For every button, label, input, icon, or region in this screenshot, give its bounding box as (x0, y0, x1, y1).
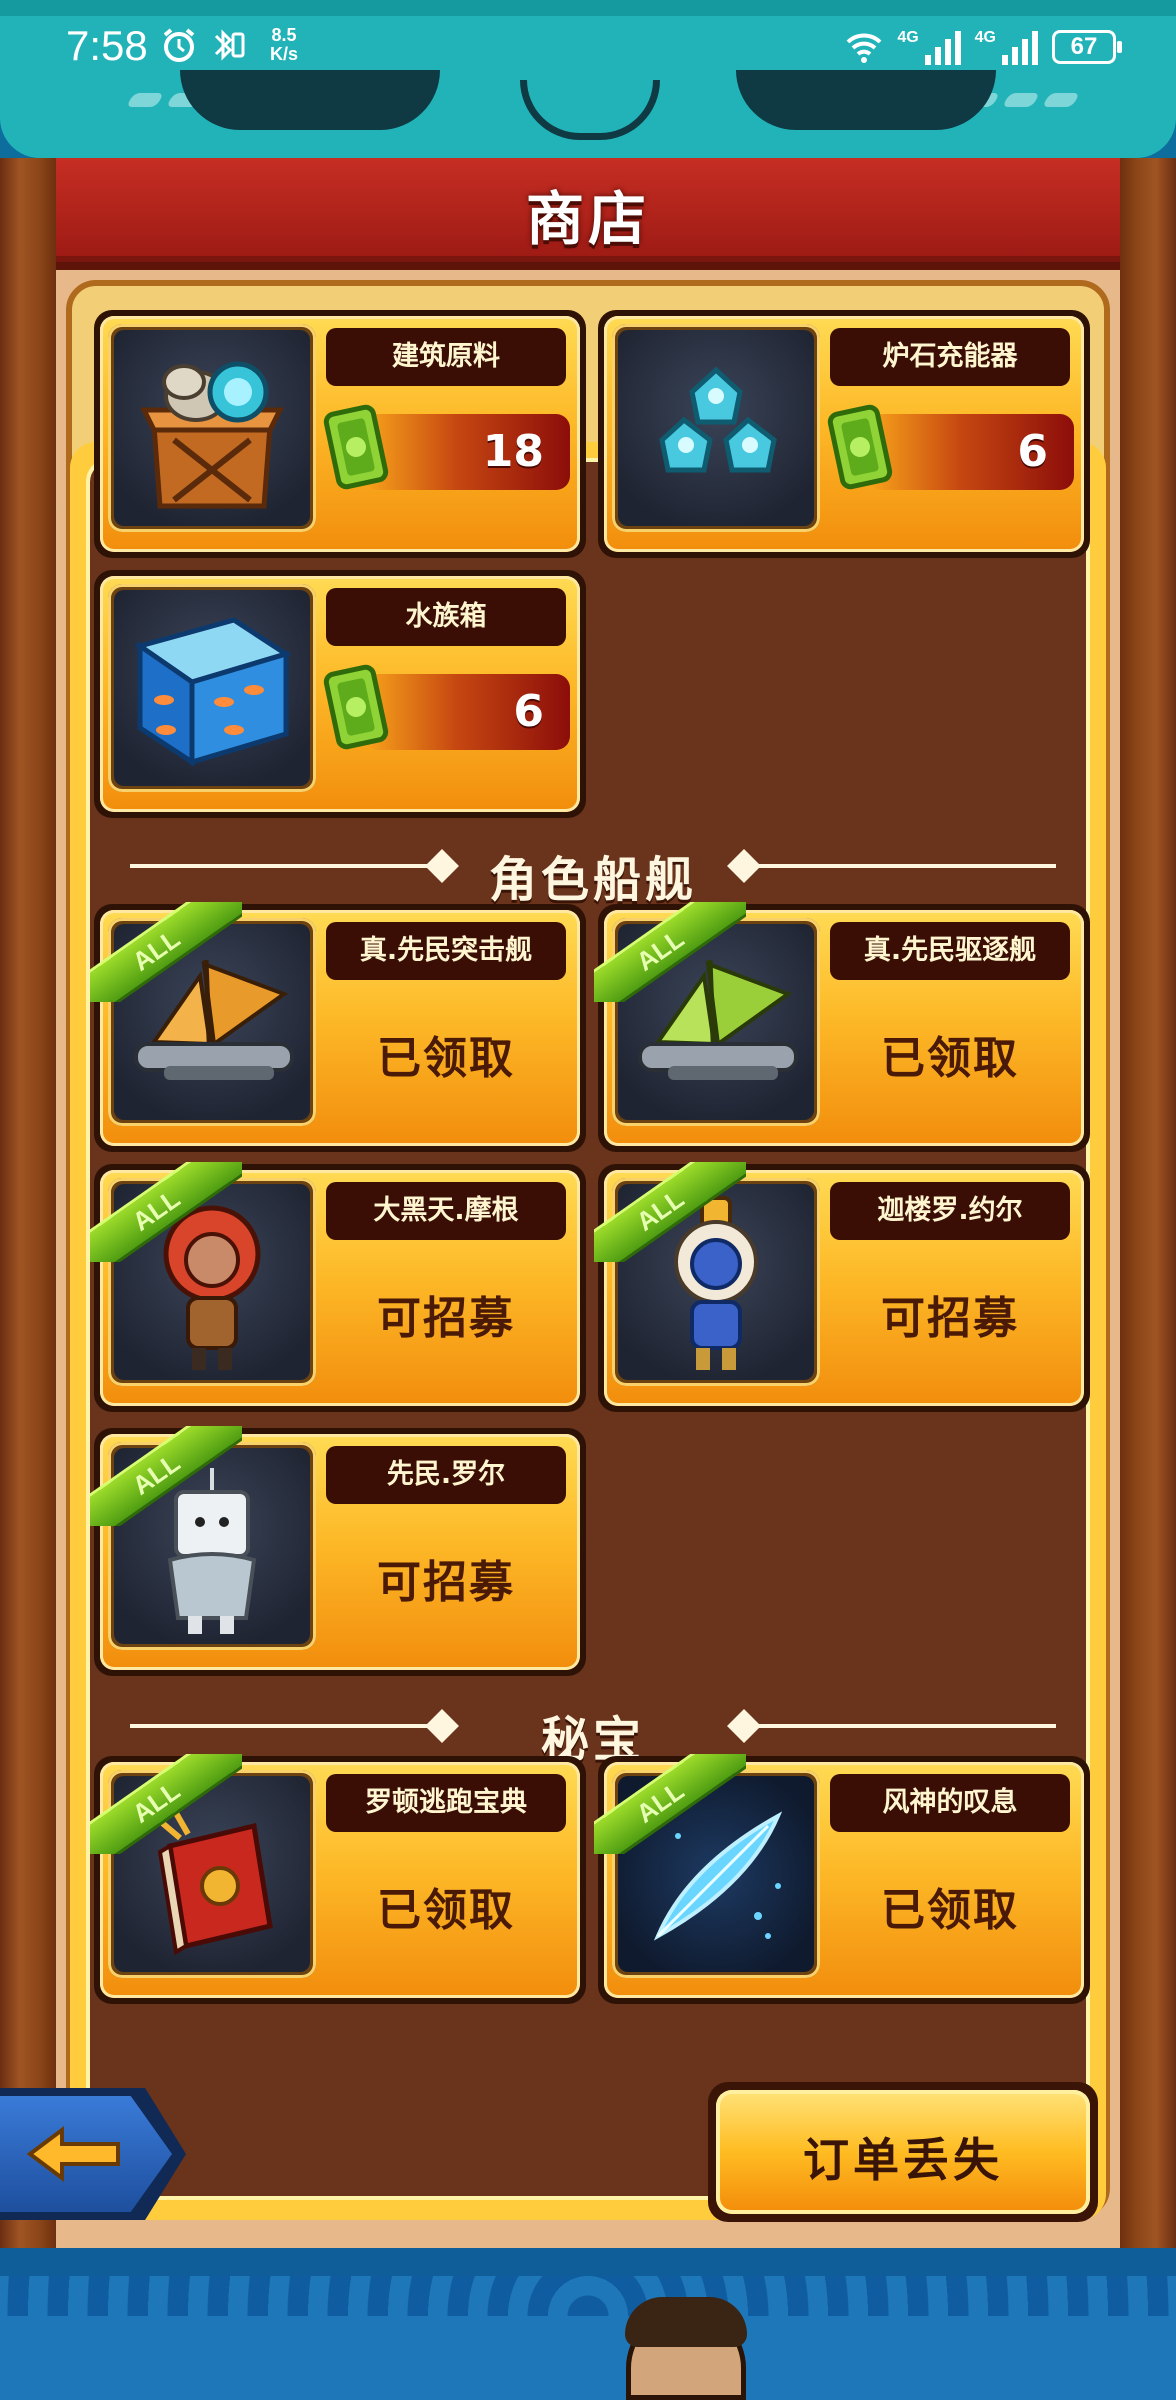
ship-orange-icon (134, 959, 294, 1080)
network-speed: 8.5 K/s (270, 26, 298, 64)
alarm-icon (163, 28, 195, 62)
decor-mouth (520, 80, 660, 140)
wifi-icon (846, 33, 882, 63)
hero-blue-icon (674, 1196, 758, 1370)
item-status: 可招募 (377, 1557, 515, 1608)
ship-green-icon (638, 959, 798, 1080)
sea-footer (0, 2248, 1176, 2400)
price-value: 6 (513, 686, 544, 737)
title-banner: 商店 (56, 158, 1120, 270)
item-name: 真.先民突击舰 (326, 922, 566, 980)
book-icon (152, 1804, 273, 1956)
shop-item-destroyer-ship[interactable]: ALL 真.先民驱逐舰 已领取 (594, 902, 1090, 1152)
item-name: 建筑原料 (326, 328, 566, 386)
item-name: 水族箱 (326, 588, 566, 646)
price-value: 18 (482, 426, 544, 477)
network-speed-unit: K/s (270, 44, 299, 64)
status-icons-right: 4G 4G 67 (845, 28, 1122, 66)
item-name: 迦楼罗.约尔 (830, 1182, 1070, 1240)
crystal-icon (659, 366, 777, 473)
shop-item-hero-rol[interactable]: ALL 先民.罗尔 可招募 (90, 1426, 586, 1676)
network-speed-value: 8.5 (271, 25, 297, 45)
item-name: 先民.罗尔 (326, 1446, 566, 1504)
order-lost-label: 订单丢失 (803, 2133, 1003, 2187)
decor-eye-right (736, 70, 996, 130)
item-name: 炉石充能器 (830, 328, 1070, 386)
shop-item-escape-book[interactable]: ALL 罗顿逃跑宝典 已领取 (90, 1754, 586, 2004)
status-icons-left (160, 26, 246, 64)
crate-icon (139, 361, 285, 509)
signal-2-label: 4G (974, 29, 996, 46)
aquarium-icon (134, 617, 292, 767)
shop-item-assault-ship[interactable]: ALL 真.先民突击舰 已领取 (90, 902, 586, 1152)
status-bar-band (0, 0, 1176, 16)
hero-red-icon (163, 1205, 261, 1370)
feather-icon (653, 1811, 783, 1941)
status-time: 7:58 (66, 22, 148, 69)
shop-item-hero-yol[interactable]: ALL 迦楼罗.约尔 可招募 (594, 1162, 1090, 1412)
battery-indicator: 67 (1052, 30, 1122, 64)
item-name: 罗顿逃跑宝典 (326, 1774, 566, 1832)
signal-2-icon: 4G (975, 29, 1038, 65)
item-name: 大黑天.摩根 (326, 1182, 566, 1240)
signal-1-icon: 4G (897, 29, 961, 65)
hero-robot-icon (167, 1468, 257, 1634)
item-name: 风神的叹息 (830, 1774, 1070, 1832)
shop-item-hero-morgan[interactable]: ALL 大黑天.摩根 可招募 (90, 1162, 586, 1412)
section-header-treasures: 秘宝 (130, 1696, 1056, 1768)
bluetooth-vibrate-icon (214, 29, 245, 61)
price-value: 6 (1017, 426, 1048, 477)
shop-item-building-materials[interactable]: 建筑原料 18 (94, 310, 586, 558)
item-status: 可招募 (881, 1293, 1019, 1344)
shop-item-aquarium[interactable]: 水族箱 6 (94, 570, 586, 818)
shop-item-wind-sigh[interactable]: ALL 风神的叹息 已领取 (594, 1754, 1090, 2004)
item-status: 可招募 (377, 1293, 515, 1344)
section-title: 角色船舰 (488, 852, 697, 908)
signal-1-label: 4G (897, 29, 919, 46)
arrow-left-icon (26, 2126, 120, 2182)
item-name: 真.先民驱逐舰 (830, 922, 1070, 980)
page-title: 商店 (525, 185, 650, 253)
price-box: 6 (364, 674, 570, 750)
captain-avatar (625, 2297, 747, 2400)
decor-eye-left (180, 70, 440, 130)
section-header-characters: 角色船舰 (130, 836, 1056, 908)
status-bar: 7:58 8.5 K/s 4G 4G 67 (0, 0, 1176, 158)
item-status: 已领取 (881, 1033, 1019, 1084)
item-status: 已领取 (881, 1885, 1019, 1936)
price-box: 18 (364, 414, 570, 490)
item-status: 已领取 (377, 1033, 515, 1084)
shop-item-hearthstone-charger[interactable]: 炉石充能器 6 (598, 310, 1090, 558)
order-lost-button[interactable]: 订单丢失 (708, 2082, 1098, 2222)
price-box: 6 (868, 414, 1074, 490)
item-status: 已领取 (377, 1885, 515, 1936)
